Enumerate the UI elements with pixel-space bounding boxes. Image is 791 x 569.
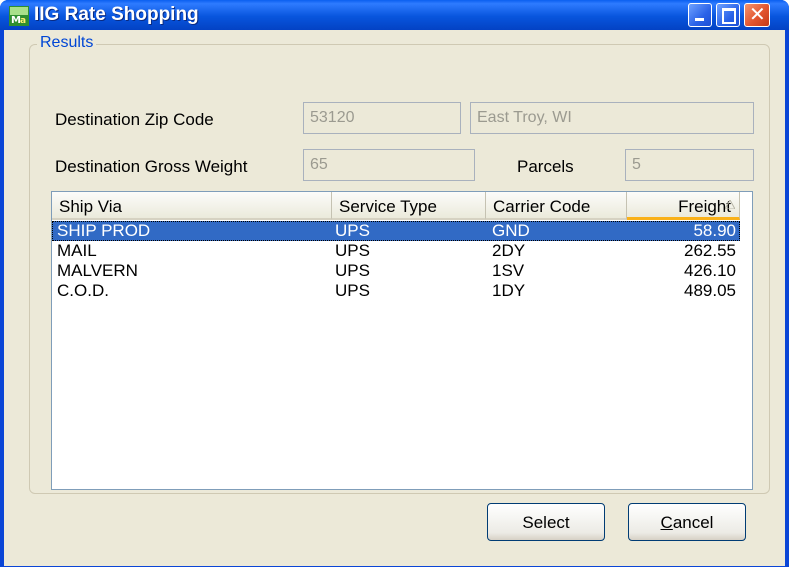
- cell-service-type: UPS: [335, 221, 370, 240]
- cell-ship-via: C.O.D.: [57, 281, 109, 300]
- window-title: IIG Rate Shopping: [34, 4, 199, 25]
- cell-ship-via: SHIP PROD: [57, 221, 151, 240]
- cell-carrier-code: 1DY: [492, 281, 526, 300]
- cancel-label-rest: ancel: [672, 513, 714, 532]
- select-button[interactable]: Select: [487, 503, 605, 541]
- results-group-label: Results: [37, 34, 97, 52]
- destination-zip-label: Destination Zip Code: [55, 110, 214, 129]
- column-header-ship-via[interactable]: Ship Via: [52, 192, 332, 220]
- maximize-icon: [722, 8, 736, 24]
- cell-ship-via: MALVERN: [57, 261, 138, 280]
- close-icon: ✕: [749, 2, 766, 26]
- svg-text:a: a: [20, 16, 26, 26]
- close-button[interactable]: ✕: [744, 2, 770, 27]
- app-icon: M a: [9, 6, 29, 26]
- table-row[interactable]: SHIP PROD UPS GND 58.90: [52, 221, 740, 241]
- cell-freight: 426.10: [684, 261, 736, 280]
- cell-freight: 58.90: [693, 221, 736, 240]
- sort-ascending-icon: [725, 200, 735, 209]
- parcels-label: Parcels: [517, 157, 574, 176]
- listview-header: Ship Via Service Type Carrier Code Freig…: [52, 192, 752, 220]
- cell-service-type: UPS: [335, 281, 370, 300]
- rates-listview[interactable]: Ship Via Service Type Carrier Code Freig…: [51, 191, 753, 490]
- cancel-button[interactable]: Cancel: [628, 503, 746, 541]
- cell-freight: 262.55: [684, 241, 736, 260]
- gross-weight-field[interactable]: 65: [303, 149, 475, 181]
- cell-carrier-code: 2DY: [492, 241, 526, 260]
- cell-ship-via: MAIL: [57, 241, 97, 260]
- cancel-access-key: C: [660, 513, 673, 532]
- minimize-icon: [695, 18, 704, 21]
- table-row[interactable]: MALVERN UPS 1SV 426.10: [52, 261, 740, 281]
- cell-freight: 489.05: [684, 281, 736, 300]
- cell-service-type: UPS: [335, 241, 370, 260]
- destination-zip-field[interactable]: 53120: [303, 102, 461, 134]
- title-bar[interactable]: M a IIG Rate Shopping ✕: [0, 0, 789, 30]
- maximize-button[interactable]: [716, 3, 740, 27]
- minimize-button[interactable]: [688, 3, 712, 27]
- column-header-filler: [740, 192, 752, 220]
- column-header-service-type[interactable]: Service Type: [332, 192, 486, 220]
- city-state-field[interactable]: East Troy, WI: [470, 102, 754, 134]
- cell-carrier-code: 1SV: [492, 261, 525, 280]
- column-header-carrier-code[interactable]: Carrier Code: [486, 192, 627, 220]
- table-row[interactable]: MAIL UPS 2DY 262.55: [52, 241, 740, 261]
- cell-carrier-code: GND: [492, 221, 530, 240]
- column-header-freight[interactable]: Freight: [627, 192, 740, 220]
- freight-header-label: Freight: [678, 197, 731, 216]
- parcels-field[interactable]: 5: [625, 149, 754, 181]
- table-row[interactable]: C.O.D. UPS 1DY 489.05: [52, 281, 740, 301]
- cell-service-type: UPS: [335, 261, 370, 280]
- gross-weight-label: Destination Gross Weight: [55, 157, 248, 176]
